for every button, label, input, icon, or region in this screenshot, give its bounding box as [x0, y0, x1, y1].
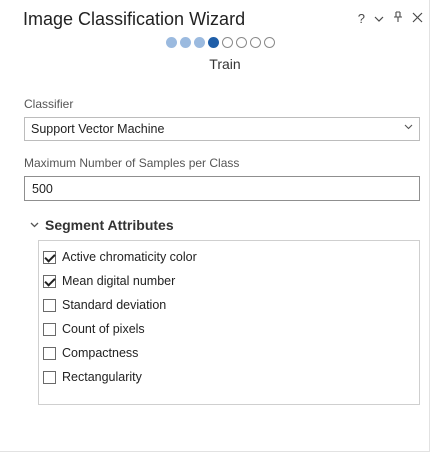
- list-item[interactable]: Count of pixels: [39, 317, 419, 341]
- wizard-step-indicator: [166, 37, 275, 48]
- list-item[interactable]: Standard deviation: [39, 293, 419, 317]
- max-samples-label: Maximum Number of Samples per Class: [24, 156, 240, 170]
- pin-icon[interactable]: [393, 11, 403, 26]
- attribute-label: Active chromaticity color: [62, 250, 197, 264]
- step-dot-5: [222, 37, 233, 48]
- step-dot-1[interactable]: [166, 37, 177, 48]
- attribute-label: Compactness: [62, 346, 139, 360]
- list-item[interactable]: Active chromaticity color: [39, 245, 419, 269]
- list-item[interactable]: Rectangularity: [39, 365, 419, 389]
- segment-attributes-list: Active chromaticity color Mean digital n…: [38, 240, 420, 405]
- step-dot-2[interactable]: [180, 37, 191, 48]
- attribute-label: Standard deviation: [62, 298, 167, 312]
- step-dot-3[interactable]: [194, 37, 205, 48]
- step-dot-7: [250, 37, 261, 48]
- attribute-label: Rectangularity: [62, 370, 142, 384]
- title-actions: ?: [358, 10, 423, 27]
- checkbox[interactable]: [43, 346, 56, 360]
- segment-attributes-header[interactable]: Segment Attributes: [30, 217, 174, 233]
- list-item[interactable]: Mean digital number: [39, 269, 419, 293]
- close-icon[interactable]: [412, 10, 423, 27]
- attribute-label: Mean digital number: [62, 274, 176, 288]
- classifier-label: Classifier: [24, 97, 74, 111]
- step-dot-4-current[interactable]: [208, 37, 219, 48]
- chevron-down-icon[interactable]: [374, 11, 384, 26]
- list-item[interactable]: Compactness: [39, 341, 419, 365]
- max-samples-input[interactable]: 500: [24, 176, 420, 201]
- step-dot-8: [264, 37, 275, 48]
- classifier-value: Support Vector Machine: [31, 122, 165, 136]
- checkbox[interactable]: [43, 322, 56, 336]
- pane-title: Image Classification Wizard: [23, 9, 246, 29]
- checkbox[interactable]: [43, 274, 56, 288]
- classification-wizard-pane: Image Classification Wizard ? Train Clas…: [0, 0, 430, 452]
- checkbox[interactable]: [43, 298, 56, 312]
- step-dot-6: [236, 37, 247, 48]
- chevron-down-icon: [30, 220, 39, 230]
- checkbox[interactable]: [43, 250, 56, 264]
- step-title: Train: [209, 56, 241, 72]
- chevron-down-icon: [404, 122, 413, 133]
- attribute-label: Count of pixels: [62, 322, 145, 336]
- segment-attributes-title: Segment Attributes: [45, 217, 174, 233]
- classifier-dropdown[interactable]: Support Vector Machine: [24, 117, 420, 141]
- checkbox[interactable]: [43, 370, 56, 384]
- help-icon[interactable]: ?: [358, 11, 365, 26]
